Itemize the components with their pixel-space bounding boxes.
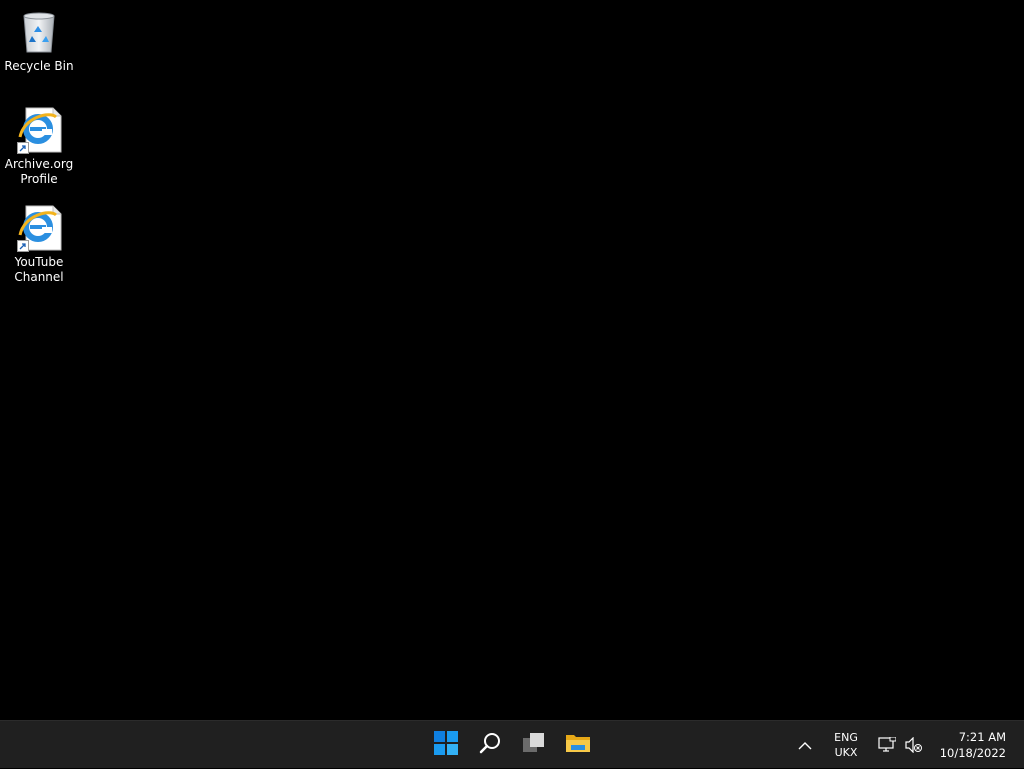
input-language-indicator[interactable]: ENG UKX <box>826 730 866 760</box>
taskbar-pinned-apps <box>424 721 600 769</box>
volume-muted-icon <box>900 725 926 765</box>
show-hidden-icons-button[interactable] <box>792 725 818 765</box>
recycle-bin-icon <box>15 8 63 56</box>
folder-icon <box>565 731 591 759</box>
internet-explorer-icon <box>15 204 63 252</box>
quick-settings-button[interactable] <box>874 725 926 765</box>
clock[interactable]: 7:21 AM 10/18/2022 <box>936 729 1006 761</box>
file-explorer-button[interactable] <box>556 725 600 765</box>
task-view-button[interactable] <box>512 725 556 765</box>
desktop-icon-recycle-bin[interactable]: Recycle Bin <box>4 8 74 74</box>
chevron-up-icon <box>798 736 812 755</box>
clock-time: 7:21 AM <box>958 730 1006 744</box>
desktop[interactable]: Recycle Bin Archive.org Profile YouTube … <box>0 0 1024 720</box>
network-icon <box>874 725 900 765</box>
taskbar: ENG UKX 7:21 AM 10/18/2022 <box>0 720 1024 768</box>
desktop-icon-label: Archive.org Profile <box>4 157 74 186</box>
task-view-icon <box>522 731 546 759</box>
shortcut-arrow-icon <box>17 240 29 252</box>
desktop-icon-archive-org-profile[interactable]: Archive.org Profile <box>4 106 74 187</box>
desktop-icon-label: YouTube Channel <box>14 255 64 284</box>
windows-logo-icon <box>434 731 458 759</box>
search-button[interactable] <box>468 725 512 765</box>
internet-explorer-icon <box>15 106 63 154</box>
clock-date: 10/18/2022 <box>939 746 1006 760</box>
search-icon <box>478 731 502 759</box>
shortcut-arrow-icon <box>17 142 29 154</box>
desktop-icon-label: Recycle Bin <box>4 59 74 73</box>
desktop-icon-youtube-channel[interactable]: YouTube Channel <box>4 204 74 285</box>
system-tray: ENG UKX 7:21 AM 10/18/2022 <box>792 721 1024 769</box>
keyboard-layout-code: UKX <box>834 746 858 759</box>
start-button[interactable] <box>424 725 468 765</box>
language-code: ENG <box>834 731 858 744</box>
